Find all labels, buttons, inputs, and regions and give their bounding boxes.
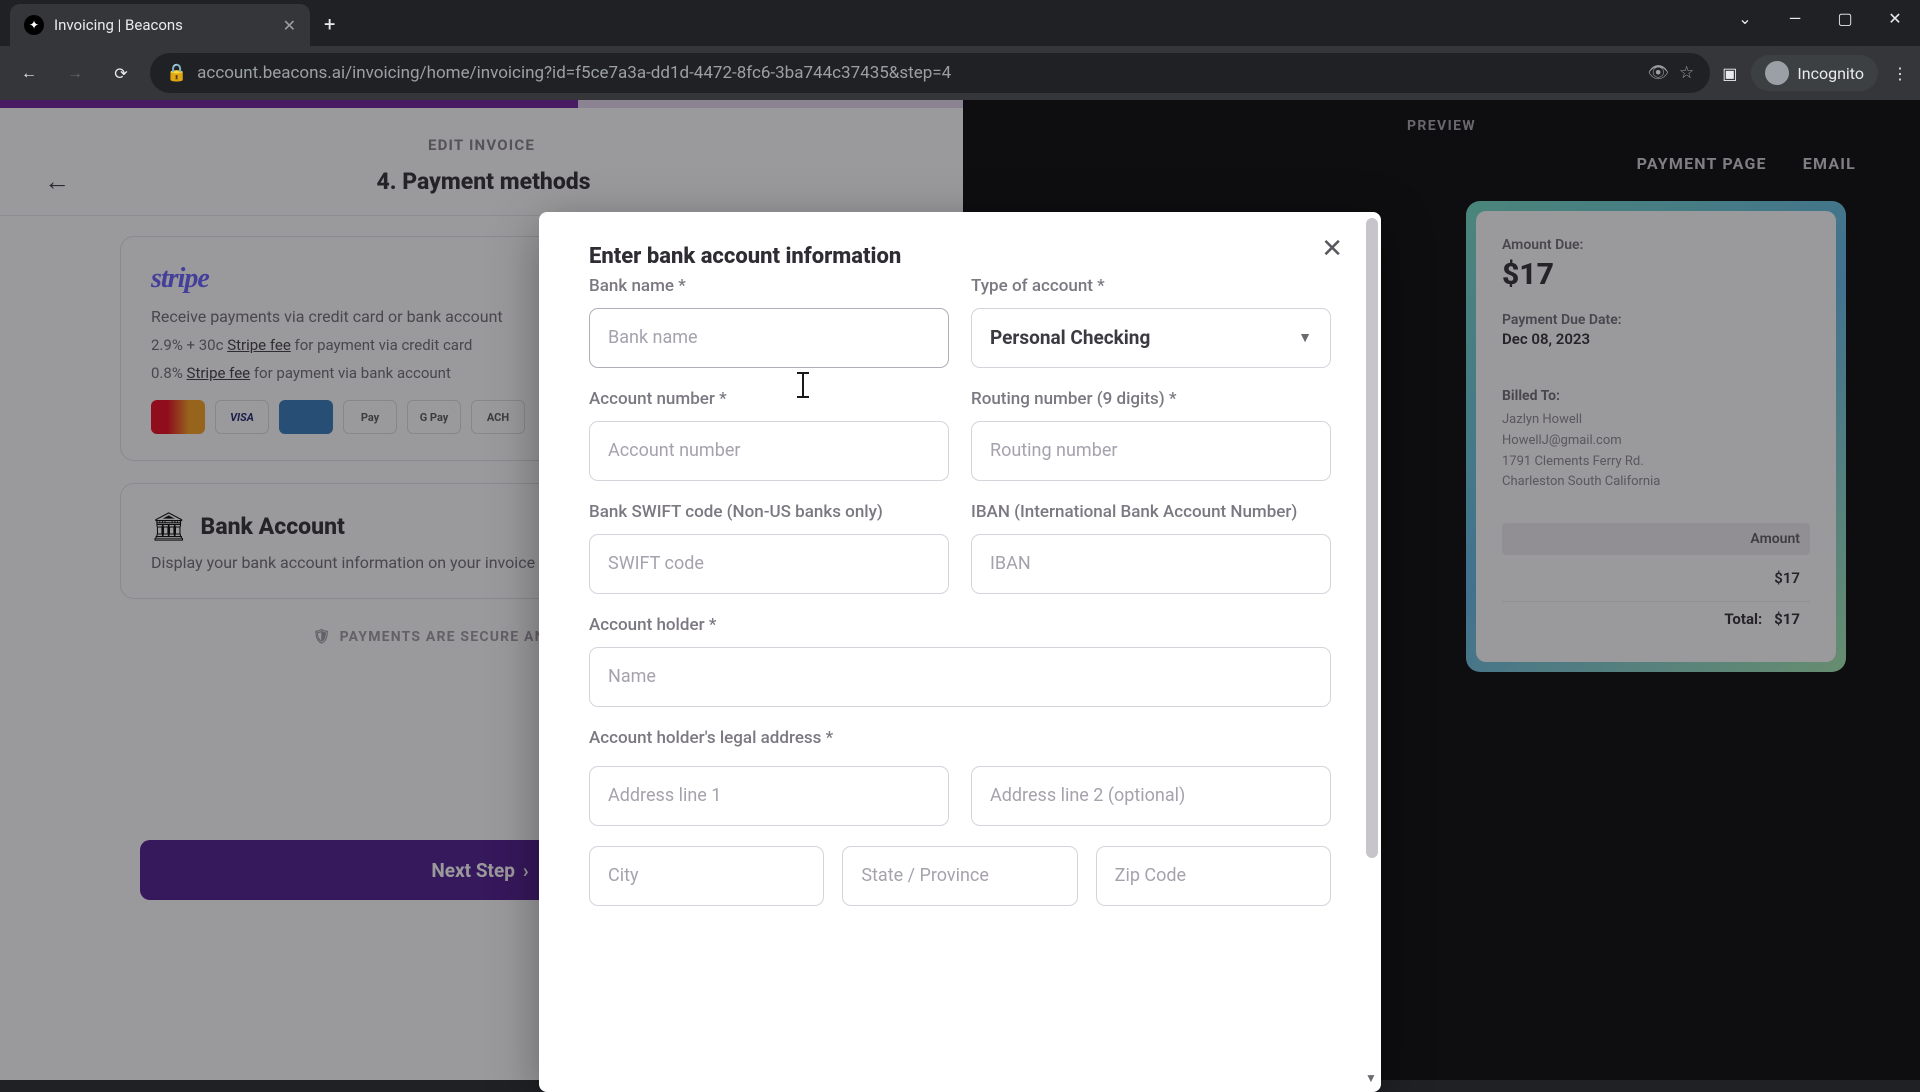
account-holder-label: Account holder * <box>589 614 1331 637</box>
window-maximize-button[interactable]: ▢ <box>1820 0 1870 36</box>
legal-address-label: Account holder's legal address * <box>589 727 1331 750</box>
window-minimize-button[interactable]: — <box>1770 0 1820 36</box>
new-tab-button[interactable]: + <box>310 2 349 46</box>
chevron-down-icon[interactable]: ⌄ <box>1720 0 1770 36</box>
state-input[interactable] <box>842 846 1077 906</box>
browser-chrome: ⌄ — ▢ ✕ ✦ Invoicing | Beacons ✕ + ← → ⟳ … <box>0 0 1920 100</box>
account-type-select[interactable]: Personal Checking ▼ <box>971 308 1331 368</box>
routing-number-input[interactable] <box>971 421 1331 481</box>
nav-back-button[interactable]: ← <box>12 56 46 90</box>
zip-input[interactable] <box>1096 846 1331 906</box>
modal-scrollbar[interactable]: ▲ ▼ <box>1365 216 1379 1088</box>
iban-label: IBAN (International Bank Account Number) <box>971 501 1331 524</box>
incognito-label: Incognito <box>1797 64 1864 83</box>
lock-icon: 🔒 <box>166 63 187 83</box>
eye-off-icon[interactable]: 👁 <box>1647 63 1669 83</box>
address-line-1-input[interactable] <box>589 766 949 826</box>
swift-code-label: Bank SWIFT code (Non-US banks only) <box>589 501 949 524</box>
address-bar[interactable]: 🔒 account.beacons.ai/invoicing/home/invo… <box>150 53 1710 93</box>
iban-input[interactable] <box>971 534 1331 594</box>
menu-kebab-icon[interactable]: ⋮ <box>1892 64 1908 83</box>
window-close-button[interactable]: ✕ <box>1870 0 1920 36</box>
account-type-value: Personal Checking <box>990 326 1150 349</box>
incognito-icon <box>1765 61 1789 85</box>
incognito-badge[interactable]: Incognito <box>1751 55 1878 91</box>
scroll-thumb[interactable] <box>1366 218 1378 858</box>
modal-title: Enter bank account information <box>589 244 1331 269</box>
app-viewport: EDIT INVOICE ← 4. Payment methods stripe… <box>0 100 1920 1080</box>
city-input[interactable] <box>589 846 824 906</box>
bank-name-input[interactable] <box>589 308 949 368</box>
routing-number-label: Routing number (9 digits) * <box>971 388 1331 411</box>
bookmark-star-icon[interactable]: ☆ <box>1679 63 1694 83</box>
browser-tab[interactable]: ✦ Invoicing | Beacons ✕ <box>10 4 310 46</box>
bank-info-modal: ✕ Enter bank account information Bank na… <box>539 212 1381 1092</box>
scroll-down-arrow-icon[interactable]: ▼ <box>1363 1070 1379 1086</box>
modal-close-button[interactable]: ✕ <box>1321 234 1343 264</box>
extensions-icon[interactable]: ▣ <box>1722 64 1737 83</box>
account-type-label: Type of account * <box>971 275 1331 298</box>
account-number-label: Account number * <box>589 388 949 411</box>
url-text: account.beacons.ai/invoicing/home/invoic… <box>197 63 1637 83</box>
nav-forward-button: → <box>58 56 92 90</box>
tab-title: Invoicing | Beacons <box>54 16 273 34</box>
swift-code-input[interactable] <box>589 534 949 594</box>
caret-down-icon: ▼ <box>1298 329 1312 346</box>
account-holder-input[interactable] <box>589 647 1331 707</box>
nav-reload-button[interactable]: ⟳ <box>104 56 138 90</box>
tab-close-icon[interactable]: ✕ <box>283 16 296 35</box>
favicon-icon: ✦ <box>24 15 44 35</box>
address-line-2-input[interactable] <box>971 766 1331 826</box>
account-number-input[interactable] <box>589 421 949 481</box>
bank-name-label: Bank name * <box>589 275 949 298</box>
